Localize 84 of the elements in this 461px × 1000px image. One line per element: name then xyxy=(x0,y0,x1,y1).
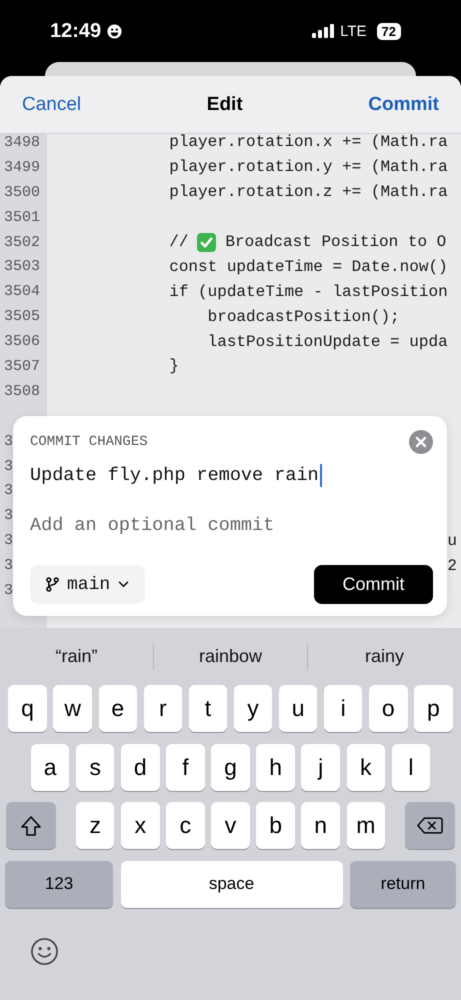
space-key[interactable]: space xyxy=(120,860,342,908)
smiley-icon xyxy=(107,24,122,38)
shift-key[interactable] xyxy=(6,802,56,849)
key[interactable]: h xyxy=(256,744,295,790)
line-number: 3498 xyxy=(4,134,40,151)
key[interactable]: p xyxy=(414,685,453,732)
code-text: u xyxy=(447,532,457,550)
code-text: Broadcast Position to O xyxy=(225,233,446,251)
line-number: 3 xyxy=(4,532,14,550)
code-text: 2 xyxy=(447,556,457,575)
key[interactable]: q xyxy=(8,685,47,732)
key[interactable]: m xyxy=(346,802,386,849)
key[interactable]: z xyxy=(76,802,114,849)
key[interactable]: b xyxy=(256,802,295,849)
key[interactable]: l xyxy=(392,744,430,790)
line-number: 3503 xyxy=(4,258,40,276)
key[interactable]: e xyxy=(98,685,138,732)
suggestion[interactable]: rainbow xyxy=(154,628,307,685)
line-number: 3502 xyxy=(4,234,40,250)
code-text: } xyxy=(168,357,179,376)
backspace-icon xyxy=(416,816,443,835)
line-number: 3 xyxy=(4,458,14,475)
key[interactable]: v xyxy=(211,802,250,849)
emoji-icon[interactable] xyxy=(30,937,59,966)
screen-title: Edit xyxy=(206,94,243,116)
line-number: 3499 xyxy=(4,158,40,176)
dialog-title: COMMIT CHANGES xyxy=(30,434,148,450)
code-text: player.rotation.z += (Math.ra xyxy=(168,183,448,202)
line-number: 3508 xyxy=(4,382,40,400)
key[interactable]: s xyxy=(76,744,114,790)
key[interactable]: n xyxy=(301,802,340,849)
return-key[interactable]: return xyxy=(350,860,456,908)
checkmark-icon xyxy=(197,232,216,252)
key[interactable]: k xyxy=(346,744,386,790)
code-text: lastPositionUpdate = upda xyxy=(206,332,448,351)
close-icon[interactable] xyxy=(409,430,433,454)
line-number: 3 xyxy=(4,432,14,450)
line-number: 3501 xyxy=(4,208,40,226)
branch-button[interactable]: main xyxy=(30,565,146,604)
status-time: 12:49 xyxy=(50,20,102,42)
line-number: 3506 xyxy=(4,333,40,350)
line-number: 3505 xyxy=(4,308,40,326)
key[interactable]: r xyxy=(144,685,182,732)
key[interactable]: o xyxy=(369,685,408,732)
code-text: player.rotation.y += (Math.ra xyxy=(168,158,448,176)
key[interactable]: t xyxy=(188,685,228,732)
key[interactable]: d xyxy=(121,744,160,790)
key[interactable]: a xyxy=(30,744,70,790)
key[interactable]: y xyxy=(234,685,272,732)
suggestion[interactable]: “rain” xyxy=(0,628,153,685)
code-text: broadcastPosition(); xyxy=(206,308,400,326)
suggestion[interactable]: rainy xyxy=(308,628,461,685)
line-number: 3500 xyxy=(4,184,40,201)
line-number: 3504 xyxy=(4,283,40,300)
code-text: if (updateTime - lastPosition xyxy=(168,282,448,301)
key[interactable]: g xyxy=(211,744,250,790)
key[interactable]: u xyxy=(278,685,318,732)
cancel-button[interactable]: Cancel xyxy=(22,94,82,116)
chevron-down-icon xyxy=(118,581,130,588)
line-number: 3507 xyxy=(4,358,40,375)
code-text: player.rotation.x += (Math.ra xyxy=(168,134,448,152)
commit-message-field[interactable]: Update fly.php remove rain xyxy=(30,464,322,487)
code-text: // xyxy=(168,233,188,251)
line-number: 3 xyxy=(4,582,14,599)
description-field[interactable]: Add an optional commit xyxy=(30,515,330,536)
network-label: LTE xyxy=(340,22,367,40)
key[interactable]: c xyxy=(166,802,205,849)
battery-indicator: 72 xyxy=(376,22,401,40)
backspace-key[interactable] xyxy=(404,802,455,849)
key[interactable]: w xyxy=(53,685,92,732)
key[interactable]: i xyxy=(324,685,362,732)
commit-button[interactable]: Commit xyxy=(314,565,433,604)
commit-nav-button[interactable]: Commit xyxy=(368,94,439,116)
signal-icon xyxy=(312,24,334,38)
numbers-key[interactable]: 123 xyxy=(5,860,113,908)
line-number: 3 xyxy=(4,557,14,574)
shift-icon xyxy=(20,814,42,836)
line-number: 3 xyxy=(4,482,14,500)
line-number: 3 xyxy=(4,507,14,524)
key[interactable]: f xyxy=(166,744,205,790)
code-text: const updateTime = Date.now() xyxy=(168,258,448,276)
branch-icon xyxy=(46,577,59,592)
key[interactable]: x xyxy=(121,802,160,849)
key[interactable]: j xyxy=(301,744,340,790)
